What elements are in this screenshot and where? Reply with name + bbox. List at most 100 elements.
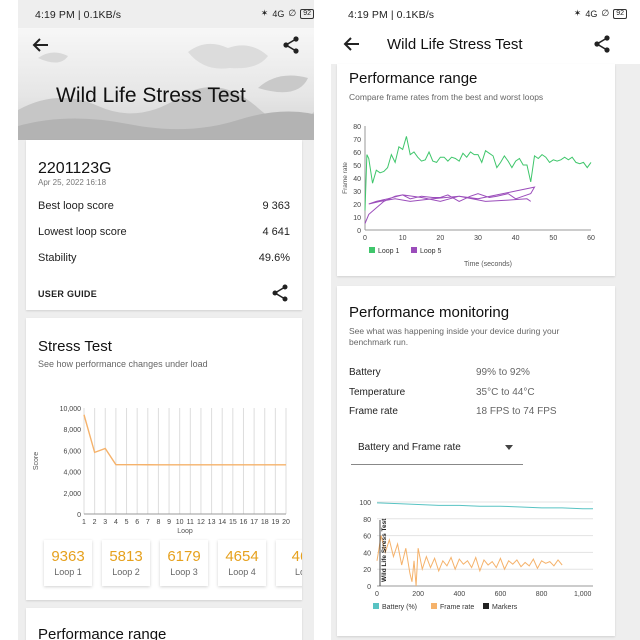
loop-score-card[interactable]: 5813 Loop 2: [102, 540, 150, 586]
x-tick-label: 17: [250, 519, 258, 526]
y-tick-label: 40: [353, 176, 361, 183]
signal-label: 4G: [272, 8, 285, 19]
metric-dropdown[interactable]: Battery and Frame rate: [351, 434, 523, 465]
y-axis-label: Score: [33, 452, 40, 470]
y-tick-label: 10,000: [60, 406, 82, 413]
x-tick-label: 15: [229, 519, 237, 526]
frame-rate-value: 18 FPS to 74 FPS: [476, 406, 557, 417]
y-tick-label: 60: [353, 150, 361, 157]
back-button[interactable]: [341, 33, 363, 55]
performance-range-card: Performance range Compare frame rates fr…: [337, 64, 615, 276]
x-tick-label: 1: [82, 519, 86, 526]
legend-swatch: [411, 247, 417, 253]
user-guide-link[interactable]: USER GUIDE: [38, 289, 97, 299]
legend-label: Markers: [492, 604, 518, 611]
stability-value: 49.6%: [258, 252, 290, 264]
y-tick-label: 0: [367, 584, 371, 591]
stress-test-card: Stress Test See how performance changes …: [26, 318, 302, 600]
x-tick-label: 18: [261, 519, 269, 526]
legend-label: Loop 1: [378, 248, 400, 255]
stability-label: Stability: [38, 252, 77, 264]
loop-score-value: 46: [291, 548, 302, 565]
best-score-value: 9 363: [262, 200, 290, 212]
hero-banner: Wild Life Stress Test: [18, 28, 328, 140]
x-tick-label: 400: [453, 591, 465, 598]
status-bar: 4:19 PM | 0.1KB/s ✶ 4G ∅ 92: [331, 0, 640, 28]
battery-icon: 92: [613, 8, 627, 19]
x-axis-label: Loop: [177, 528, 193, 535]
performance-range-title: Performance range: [38, 626, 167, 640]
y-tick-label: 40: [363, 550, 371, 557]
x-tick-label: 12: [197, 519, 205, 526]
status-time: 4:19 PM | 0.1KB/s: [35, 9, 122, 21]
y-tick-label: 2,000: [63, 491, 81, 498]
legend-swatch: [373, 603, 379, 609]
share-button[interactable]: [280, 34, 302, 56]
share-button[interactable]: [591, 33, 613, 55]
y-tick-label: 80: [363, 517, 371, 524]
marker-annotation: Wild Life Stress Test: [381, 518, 388, 582]
page-title: Wild Life Stress Test: [56, 84, 246, 107]
legend-label: Battery (%): [382, 604, 417, 611]
y-tick-label: 20: [363, 567, 371, 574]
arrow-left-icon: [32, 38, 48, 52]
best-score-label: Best loop score: [38, 200, 114, 212]
loop-score-value: 9363: [51, 548, 85, 565]
share-icon: [283, 36, 299, 54]
x-tick-label: 3: [103, 519, 107, 526]
loop-score-strip: 9363 Loop 1 5813 Loop 2 6179 Loop 3 4654 Loop 4…: [44, 540, 302, 588]
status-icons: ✶ 4G ∅ 92: [574, 8, 627, 19]
lowest-score-label: Lowest loop score: [38, 226, 127, 238]
x-tick-label: 0: [375, 591, 379, 598]
signal-label: 4G: [585, 8, 598, 19]
battery-label: Battery: [349, 367, 381, 378]
monitor-series-line-2: [376, 535, 563, 587]
x-tick-label: 19: [271, 519, 279, 526]
y-tick-label: 0: [77, 512, 81, 519]
x-axis-label: Time (seconds): [464, 261, 512, 268]
performance-monitoring-title: Performance monitoring: [349, 304, 510, 321]
y-tick-label: 30: [353, 189, 361, 196]
card-share-button[interactable]: [270, 283, 290, 303]
x-tick-label: 11: [187, 519, 194, 526]
run-date: Apr 25, 2022 16:18: [38, 178, 107, 187]
loop-score-card[interactable]: 46 Lo: [276, 540, 302, 586]
back-button[interactable]: [30, 34, 52, 56]
performance-monitoring-subtitle: See what was happening inside your devic…: [349, 326, 560, 347]
status-time: 4:19 PM | 0.1KB/s: [348, 9, 435, 21]
status-icons: ✶ 4G ∅ 92: [261, 8, 314, 19]
lowest-score-value: 4 641: [262, 226, 290, 238]
loop-score-value: 4654: [225, 548, 259, 565]
battery-framerate-chart: 1008060402000 200 400 600 800 1,000Wild Life …: [359, 500, 593, 611]
temperature-value: 35°C to 44°C: [476, 387, 535, 398]
app-bar: Wild Life Stress Test: [331, 28, 640, 64]
loop-score-card[interactable]: 4654 Loop 4: [218, 540, 266, 586]
loop-score-card[interactable]: 9363 Loop 1: [44, 540, 92, 586]
y-tick-label: 100: [359, 500, 371, 507]
performance-range-title: Performance range: [349, 70, 478, 87]
x-tick-label: 10: [176, 519, 184, 526]
legend-label: Frame rate: [440, 604, 474, 611]
loop-score-value: 6179: [167, 548, 201, 565]
x-tick-label: 4: [114, 519, 118, 526]
share-icon: [272, 284, 288, 302]
stress-test-title: Stress Test: [38, 338, 112, 355]
page-title: Wild Life Stress Test: [387, 36, 523, 53]
wifi-off-icon: ∅: [601, 8, 610, 18]
stress-test-chart: 10,0008,0006,0004,0002,00001 2 3 4 5 6 7 8 9 10 11…: [33, 406, 290, 535]
performance-monitoring-card: Performance monitoring See what was happ…: [337, 286, 615, 636]
x-tick-label: 800: [536, 591, 548, 598]
metric-dropdown-value: Battery and Frame rate: [358, 442, 461, 453]
battery-value: 99% to 92%: [476, 367, 530, 378]
x-tick-label: 9: [167, 519, 171, 526]
x-tick-label: 2: [93, 519, 97, 526]
device-name: 2201123G: [38, 160, 112, 177]
x-tick-label: 0: [363, 235, 367, 242]
performance-range-chart: 80 70 60 50 40 30 20 10 00 10 20 30 40 50 60 Frame rate…: [342, 124, 595, 268]
x-tick-label: 1,000: [574, 591, 592, 598]
x-tick-label: 16: [240, 519, 248, 526]
x-tick-label: 60: [587, 235, 595, 242]
loop-score-value: 5813: [109, 548, 143, 565]
loop-score-card[interactable]: 6179 Loop 3: [160, 540, 208, 586]
x-tick-label: 10: [399, 235, 407, 242]
